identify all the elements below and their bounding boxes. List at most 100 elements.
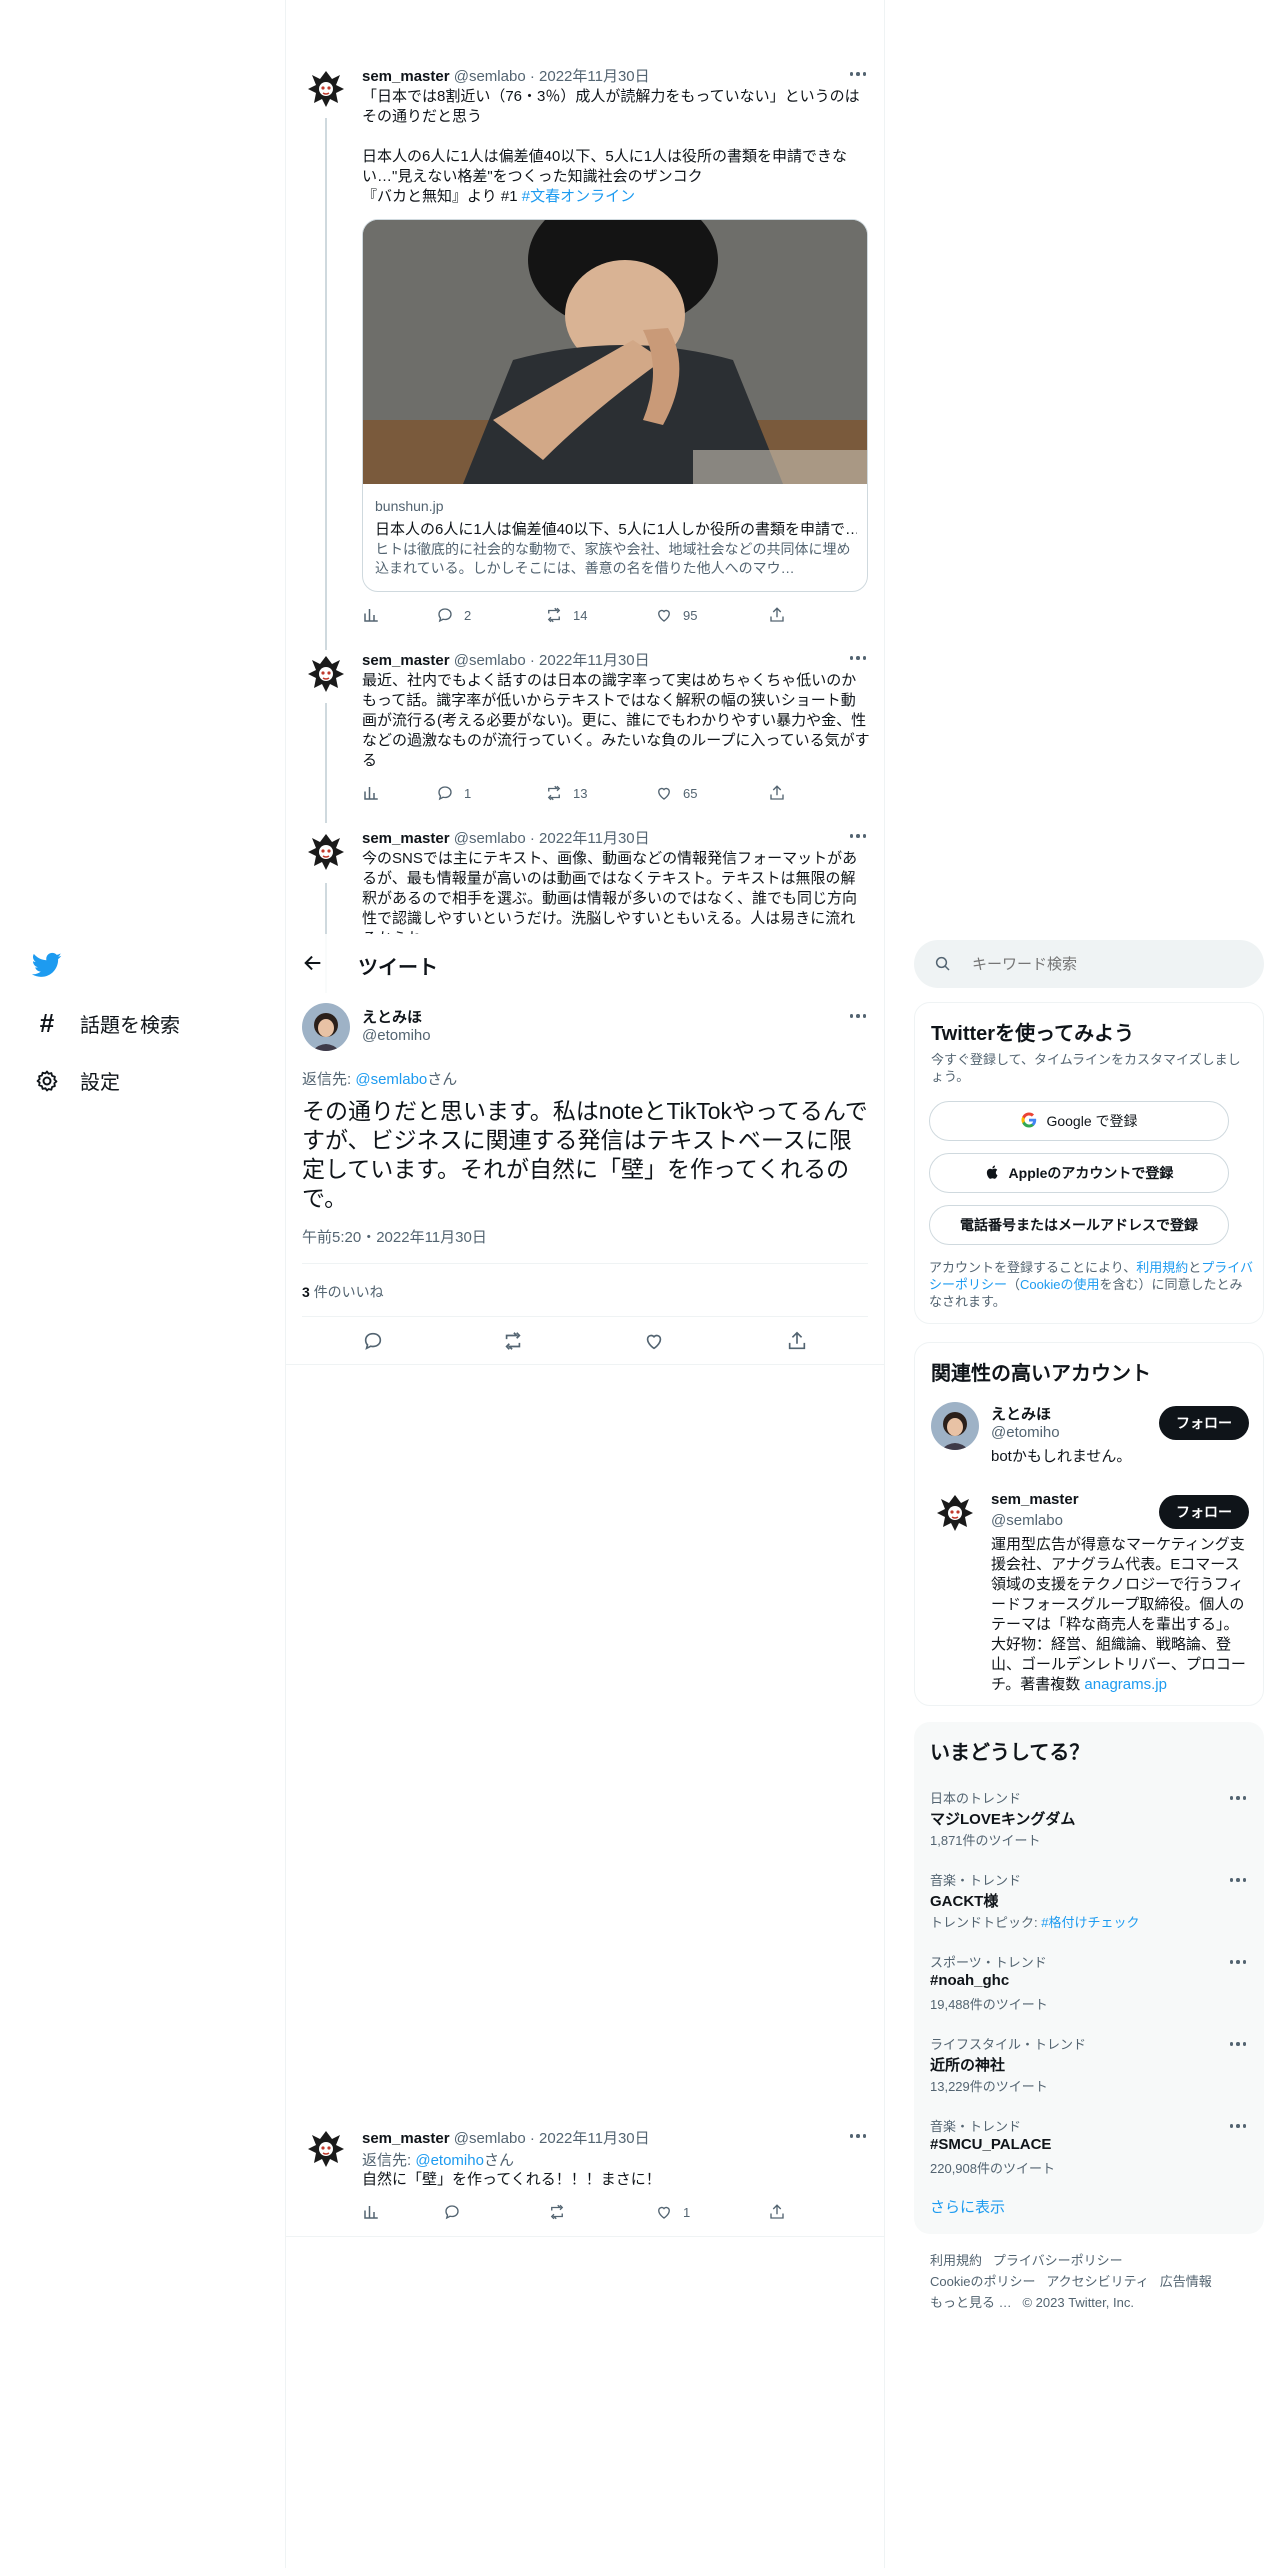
author-name[interactable]: えとみほ	[362, 1006, 422, 1027]
left-column-border	[285, 0, 286, 2568]
tweet-date[interactable]: 2022年11月30日	[539, 652, 650, 669]
more-options-icon[interactable]	[848, 826, 868, 846]
more-options-icon[interactable]	[1228, 2116, 1248, 2136]
follow-button[interactable]: フォロー	[1159, 1406, 1249, 1440]
like-button[interactable]	[643, 1330, 665, 1352]
link-preview-card[interactable]: bunshun.jp 日本人の6人に1人は偏差値40以下、5人に1人しか役所の書…	[362, 219, 868, 592]
footer-link[interactable]: もっと見る …	[930, 2295, 1012, 2310]
reply-to-handle[interactable]: @etomiho	[415, 2152, 484, 2169]
more-options-icon[interactable]	[1228, 1788, 1248, 1808]
tweet-date[interactable]: 2022年11月30日	[539, 830, 650, 847]
divider	[286, 2236, 884, 2237]
show-more-link[interactable]: さらに表示	[930, 2196, 1005, 2217]
footer-link[interactable]: Cookieのポリシー	[930, 2274, 1035, 2289]
author-handle[interactable]: @semlabo	[454, 68, 526, 85]
reply-button[interactable]: 2	[436, 606, 471, 624]
footer-link[interactable]: 利用規約	[930, 2253, 982, 2268]
share-button[interactable]	[768, 2203, 786, 2221]
author-handle[interactable]: @semlabo	[454, 830, 526, 847]
hashtag-link[interactable]: #文春オンライン	[522, 188, 635, 205]
retweet-button[interactable]: 13	[545, 784, 587, 802]
trend-item[interactable]: 音楽・トレンド #SMCU_PALACE 220,908件のツイート	[914, 2110, 1264, 2188]
analytics-button[interactable]	[362, 606, 380, 624]
nav-settings[interactable]: 設定	[34, 1066, 120, 1095]
terms-link[interactable]: 利用規約	[1136, 1260, 1188, 1275]
retweet-icon	[505, 1332, 521, 1350]
twitter-logo-icon[interactable]	[31, 950, 66, 984]
reply-button[interactable]	[443, 2203, 461, 2221]
signup-subtitle: 今すぐ登録して、タイムラインをカスタマイズしましょう。	[931, 1052, 1241, 1084]
related-account-handle[interactable]: @semlabo	[991, 1512, 1063, 1529]
apple-signup-button[interactable]: Appleのアカウントで登録	[929, 1153, 1229, 1193]
like-button[interactable]: 95	[655, 606, 697, 624]
avatar[interactable]	[931, 1489, 979, 1537]
more-options-icon[interactable]	[1228, 1870, 1248, 1890]
avatar[interactable]	[302, 650, 350, 698]
tweet-text: 自然に「壁」を作ってくれる！！！まさに！	[362, 2171, 661, 2188]
cookie-link[interactable]: Cookieの使用	[1020, 1277, 1099, 1292]
trend-count: トレンドトピック: #格付けチェック	[930, 1912, 1139, 1931]
share-icon	[788, 1331, 806, 1350]
more-options-icon[interactable]	[848, 64, 868, 84]
trend-item[interactable]: 日本のトレンド マジLOVEキングダム 1,871件のツイート	[914, 1782, 1264, 1860]
analytics-button[interactable]	[362, 2203, 380, 2221]
author-handle[interactable]: @semlabo	[454, 652, 526, 669]
likes-summary[interactable]: 3 件のいいね	[302, 1282, 384, 1302]
search-box[interactable]	[914, 940, 1264, 988]
tweet-date[interactable]: 2022年11月30日	[539, 2130, 650, 2147]
footer-link[interactable]: アクセシビリティ	[1046, 2274, 1149, 2289]
retweet-button[interactable]: 14	[545, 606, 587, 624]
reply-to-prefix: 返信先:	[302, 1071, 356, 1088]
share-button[interactable]	[768, 784, 786, 802]
author-name[interactable]: sem_master	[362, 652, 450, 669]
trend-category: 日本のトレンド	[930, 1791, 1022, 1806]
share-button[interactable]	[786, 1330, 808, 1352]
google-signup-button[interactable]: Google で登録	[929, 1101, 1229, 1141]
like-button[interactable]: 1	[655, 2203, 690, 2221]
analytics-button[interactable]	[362, 784, 380, 802]
more-options-icon[interactable]	[848, 1006, 868, 1026]
trend-name: 近所の神社	[930, 2057, 1006, 2074]
reply-button[interactable]: 1	[436, 784, 471, 802]
more-options-icon[interactable]	[1228, 1952, 1248, 1972]
tweet-header: sem_master @semlabo · 2022年11月30日	[362, 652, 650, 669]
bio-link[interactable]: anagrams.jp	[1084, 1676, 1167, 1693]
share-button[interactable]	[768, 606, 786, 624]
more-options-icon[interactable]	[848, 2126, 868, 2146]
reply-button[interactable]	[362, 1330, 384, 1352]
retweet-button[interactable]	[502, 1330, 524, 1352]
reply-icon	[438, 608, 452, 623]
avatar[interactable]	[302, 2125, 350, 2173]
tweet-date[interactable]: 2022年11月30日	[539, 68, 650, 85]
search-input[interactable]	[972, 952, 1242, 976]
reply-to-handle[interactable]: @semlabo	[355, 1071, 427, 1088]
trend-count: 1,871件のツイート	[930, 1833, 1041, 1848]
footer-link[interactable]: プライバシーポリシー	[993, 2253, 1123, 2268]
more-options-icon[interactable]	[848, 648, 868, 668]
trend-item[interactable]: 音楽・トレンド GACKT様 トレンドトピック: #格付けチェック	[914, 1864, 1264, 1942]
footer-link[interactable]: 広告情報	[1160, 2274, 1212, 2289]
avatar[interactable]	[931, 1402, 979, 1450]
like-button[interactable]: 65	[655, 784, 697, 802]
phone-email-signup-button[interactable]: 電話番号またはメールアドレスで登録	[929, 1205, 1229, 1245]
author-name[interactable]: sem_master	[362, 68, 450, 85]
trend-topic-link[interactable]: #格付けチェック	[1041, 1915, 1139, 1930]
back-arrow-icon[interactable]	[302, 952, 328, 978]
related-account-name[interactable]: えとみほ	[991, 1403, 1051, 1424]
related-account-name[interactable]: sem_master	[991, 1491, 1079, 1508]
tweet-timestamp[interactable]: 午前5:20・2022年11月30日	[302, 1226, 487, 1247]
avatar[interactable]	[302, 828, 350, 876]
follow-button[interactable]: フォロー	[1159, 1495, 1249, 1529]
trend-item[interactable]: スポーツ・トレンド #noah_ghc 19,488件のツイート	[914, 1946, 1264, 2024]
author-handle[interactable]: @etomiho	[362, 1027, 431, 1044]
author-name[interactable]: sem_master	[362, 2130, 450, 2147]
author-handle[interactable]: @semlabo	[454, 2130, 526, 2147]
nav-explore[interactable]: # 話題を検索	[34, 1008, 180, 1039]
author-name[interactable]: sem_master	[362, 830, 450, 847]
more-options-icon[interactable]	[1228, 2034, 1248, 2054]
retweet-button[interactable]	[548, 2203, 566, 2221]
related-account-handle[interactable]: @etomiho	[991, 1424, 1060, 1441]
trend-item[interactable]: ライフスタイル・トレンド 近所の神社 13,229件のツイート	[914, 2028, 1264, 2106]
avatar[interactable]	[302, 65, 350, 113]
avatar[interactable]	[302, 1003, 350, 1051]
